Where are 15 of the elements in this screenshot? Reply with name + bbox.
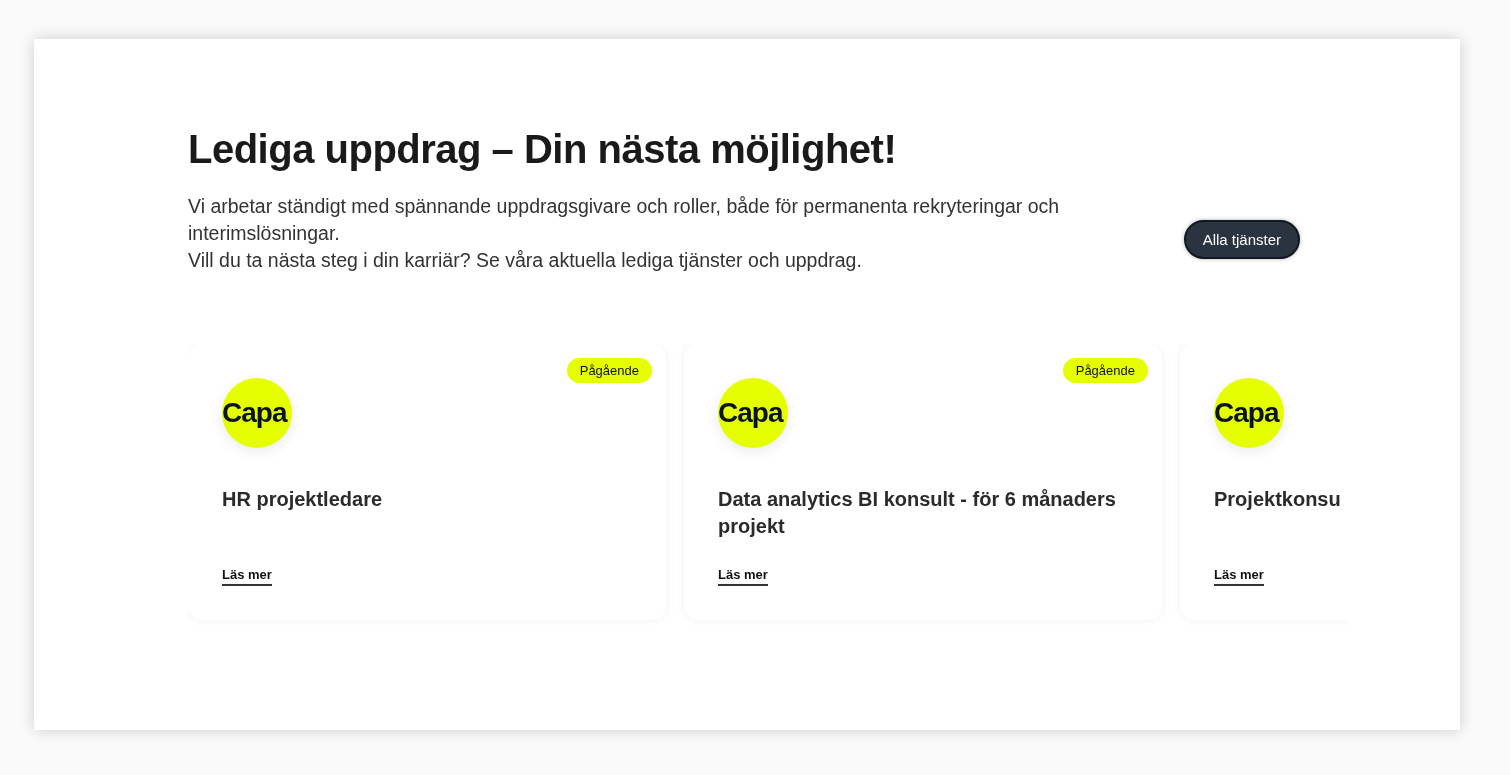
- page-heading: Lediga uppdrag – Din nästa möjlighet!: [188, 127, 898, 171]
- read-more-link[interactable]: Läs mer: [718, 567, 768, 586]
- company-logo: Capa: [222, 378, 292, 448]
- all-jobs-button[interactable]: Alla tjänster: [1183, 220, 1300, 259]
- company-logo: Capa: [1214, 378, 1284, 448]
- status-badge: Pågående: [1062, 358, 1148, 383]
- intro-text: Vi arbetar ständigt med spännande uppdragsgivare och roller, både för permanenta rekryteringar och interimslösningar.: [188, 194, 1061, 246]
- status-badge: Pågående: [566, 358, 652, 383]
- job-title: Projektkonsu: [1214, 487, 1342, 512]
- read-more-link[interactable]: Läs mer: [222, 567, 272, 586]
- job-title: HR projektledare: [222, 487, 384, 512]
- company-logo: Capa: [718, 378, 788, 448]
- intro-text: Vill du ta nästa steg i din karriär? Se våra aktuella lediga tjänster och uppdrag.: [188, 248, 863, 273]
- job-title: Data analytics BI konsult - för 6 månaders projekt: [718, 487, 1117, 539]
- read-more-link[interactable]: Läs mer: [1214, 567, 1264, 586]
